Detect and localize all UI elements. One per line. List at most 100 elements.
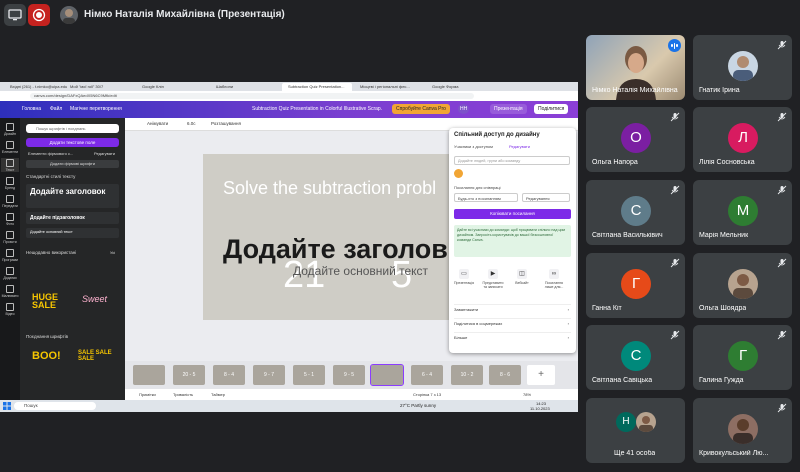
- rail-item-text[interactable]: Текст: [1, 158, 19, 172]
- more-row[interactable]: Більше ›: [454, 332, 571, 343]
- page-thumbnail[interactable]: [133, 365, 165, 385]
- participant-tile[interactable]: О Ольга Напора: [586, 107, 685, 172]
- rail-item-elements[interactable]: Елементи: [1, 140, 19, 154]
- page-thumbnail[interactable]: 6 - 4: [411, 365, 443, 385]
- social-share-row[interactable]: Поділитися в соцмережах ›: [454, 318, 571, 329]
- file-menu[interactable]: Файл: [50, 106, 62, 112]
- more-participants-tile[interactable]: Н Ще 41 особа: [586, 398, 685, 463]
- page-filmstrip: 20 - 5 8 - 4 9 - 7 5 - 1 9 - 5 6 - 4 10 …: [125, 361, 578, 389]
- participant-tile[interactable]: Гнатик Ірина: [693, 35, 792, 100]
- page-thumbnail-selected[interactable]: [370, 364, 404, 386]
- font-combo-sweet[interactable]: Sweet: [82, 294, 107, 304]
- copy-link-button[interactable]: Копіювати посилання: [454, 209, 571, 219]
- browser-tab[interactable]: Мой "мої roll" 30/7: [64, 83, 103, 91]
- participant-tile[interactable]: С Світлана Васильківич: [586, 180, 685, 245]
- magic-switch-button[interactable]: Магічне перетворення: [70, 106, 122, 112]
- mic-off-icon: [777, 112, 787, 122]
- share-option-presentation[interactable]: ▭ Презентація: [453, 269, 475, 285]
- weather-widget[interactable]: 27°C Partly sunny: [400, 403, 436, 408]
- page-thumbnail[interactable]: 20 - 5: [173, 365, 205, 385]
- participant-name: Світлана Савіцька: [592, 377, 653, 384]
- link-access-select[interactable]: Будь-хто з посиланням: [454, 193, 518, 202]
- browser-tab[interactable]: Місцеві і регіональні фес...: [354, 83, 424, 91]
- user-avatar[interactable]: НН: [458, 104, 470, 114]
- rail-item-addons[interactable]: Додатки: [1, 266, 19, 280]
- recent-see-all[interactable]: Усі: [110, 250, 115, 255]
- document-title[interactable]: Subtraction Quiz Presentation in Colorfu…: [252, 106, 382, 112]
- participant-tile[interactable]: Г Ганна Кіт: [586, 253, 685, 318]
- browser-tab-active[interactable]: Subtraction Quiz Presentation...: [282, 83, 352, 91]
- browser-tab[interactable]: Google Форма: [426, 83, 458, 91]
- add-people-input[interactable]: Додайте людей, групи або команду: [454, 156, 570, 165]
- participant-tile[interactable]: Г Галина Гужда: [693, 325, 792, 390]
- present-button[interactable]: Презентація: [490, 104, 527, 114]
- screen-share-button[interactable]: [4, 4, 26, 26]
- slide-title[interactable]: Solve the subtraction probl: [223, 178, 436, 199]
- page-thumbnail[interactable]: 9 - 7: [253, 365, 285, 385]
- add-page-button[interactable]: +: [527, 365, 555, 385]
- participant-tile[interactable]: С Світлана Савіцька: [586, 325, 685, 390]
- page-thumbnail[interactable]: 10 - 2: [451, 365, 483, 385]
- participant-tile[interactable]: Ольга Шоядра: [693, 253, 792, 318]
- participant-name: Кривокульський Лю...: [699, 450, 769, 457]
- subheading-style[interactable]: Додайте підзаголовок: [26, 212, 119, 224]
- rail-item-video[interactable]: Відео: [1, 302, 19, 316]
- share-option-record[interactable]: ▶ Представити та записати: [482, 269, 504, 289]
- font-combo-sale[interactable]: SALE SALE SALE: [78, 350, 112, 362]
- duration-button[interactable]: Тривалість: [173, 392, 193, 397]
- rail-item-uploads[interactable]: Передати: [1, 194, 19, 208]
- record-button[interactable]: [28, 4, 50, 26]
- animate-button[interactable]: Анімувати: [147, 121, 168, 126]
- permission-select[interactable]: Редагування: [522, 193, 570, 202]
- page-thumbnail[interactable]: 9 - 5: [333, 365, 365, 385]
- participant-avatar: Л: [728, 123, 758, 153]
- rail-item-draw[interactable]: Малювати: [1, 284, 19, 298]
- position-button[interactable]: Розташування: [211, 121, 241, 126]
- notes-button[interactable]: Примітки: [139, 392, 156, 397]
- browser-tab[interactable]: Google Кліп: [136, 83, 164, 91]
- participant-avatar: Г: [621, 269, 651, 299]
- home-menu[interactable]: Головна: [22, 106, 41, 112]
- edit-brand-link[interactable]: Редагувати: [94, 151, 115, 156]
- font-combo-boo[interactable]: BOO!: [32, 350, 61, 362]
- participant-tile[interactable]: Німко Наталія Михайлівна: [586, 35, 685, 100]
- brand-kit-chip[interactable]: Елементи фірмового с...: [28, 151, 73, 156]
- body-style[interactable]: Додайте основний текст: [26, 228, 119, 238]
- rail-item-projects[interactable]: Проєкти: [1, 230, 19, 244]
- edit-access-link[interactable]: Редагувати: [509, 144, 530, 149]
- slide-body-textbox[interactable]: Додайте основний текст: [293, 264, 428, 278]
- participant-photo-avatar: [728, 269, 758, 299]
- browser-tab[interactable]: Вхідні (261) - t.nimko@uipa.edu: [4, 83, 67, 91]
- try-pro-button[interactable]: Спробуйте Canva Pro: [392, 104, 450, 114]
- timing-button[interactable]: 6.0с: [187, 121, 196, 126]
- add-brand-fonts-button[interactable]: Додати фірмові шрифти: [26, 160, 119, 168]
- font-combo-huge-sale[interactable]: HUGE SALE: [32, 293, 58, 310]
- page-thumbnail[interactable]: 5 - 1: [293, 365, 325, 385]
- participant-name: Ганна Кіт: [592, 305, 622, 312]
- heading-style[interactable]: Додайте заголовок: [26, 184, 119, 208]
- share-button[interactable]: Поділитися: [534, 104, 569, 114]
- rail-item-photos[interactable]: Фото: [1, 212, 19, 226]
- url-field[interactable]: canva.com/design/DAFxQAedX5N6C9Mfk/edit: [30, 93, 474, 99]
- windows-start-icon[interactable]: [3, 402, 11, 411]
- rail-item-brand[interactable]: Бренд: [1, 176, 19, 190]
- page-thumbnail[interactable]: 8 - 6: [489, 365, 521, 385]
- taskbar-search[interactable]: Пошук: [14, 402, 96, 410]
- participant-avatar: С: [621, 341, 651, 371]
- timer-button[interactable]: Таймер: [211, 392, 225, 397]
- zoom-level[interactable]: 78%: [523, 392, 531, 397]
- rail-item-design[interactable]: Дизайн: [1, 122, 19, 136]
- rail-item-apps[interactable]: Програми: [1, 248, 19, 262]
- participant-tile[interactable]: М Марія Мельник: [693, 180, 792, 245]
- participant-tile[interactable]: Л Лілія Сосновська: [693, 107, 792, 172]
- share-option-website[interactable]: ◫ Вебсайт: [511, 269, 533, 285]
- browser-tab[interactable]: Шаблони: [210, 83, 233, 91]
- mic-off-icon: [670, 185, 680, 195]
- add-textbox-button[interactable]: Додати текстове поле: [26, 138, 119, 147]
- font-search-input[interactable]: Пошук шрифтів і поєднань: [26, 124, 119, 133]
- slide-heading-textbox[interactable]: Додайте заголов: [223, 234, 448, 265]
- share-option-view-link[interactable]: ∞ Посилання лише для...: [543, 269, 565, 289]
- participant-tile[interactable]: Кривокульський Лю...: [693, 398, 792, 463]
- download-row[interactable]: Завантажити ›: [454, 304, 571, 315]
- page-thumbnail[interactable]: 8 - 4: [213, 365, 245, 385]
